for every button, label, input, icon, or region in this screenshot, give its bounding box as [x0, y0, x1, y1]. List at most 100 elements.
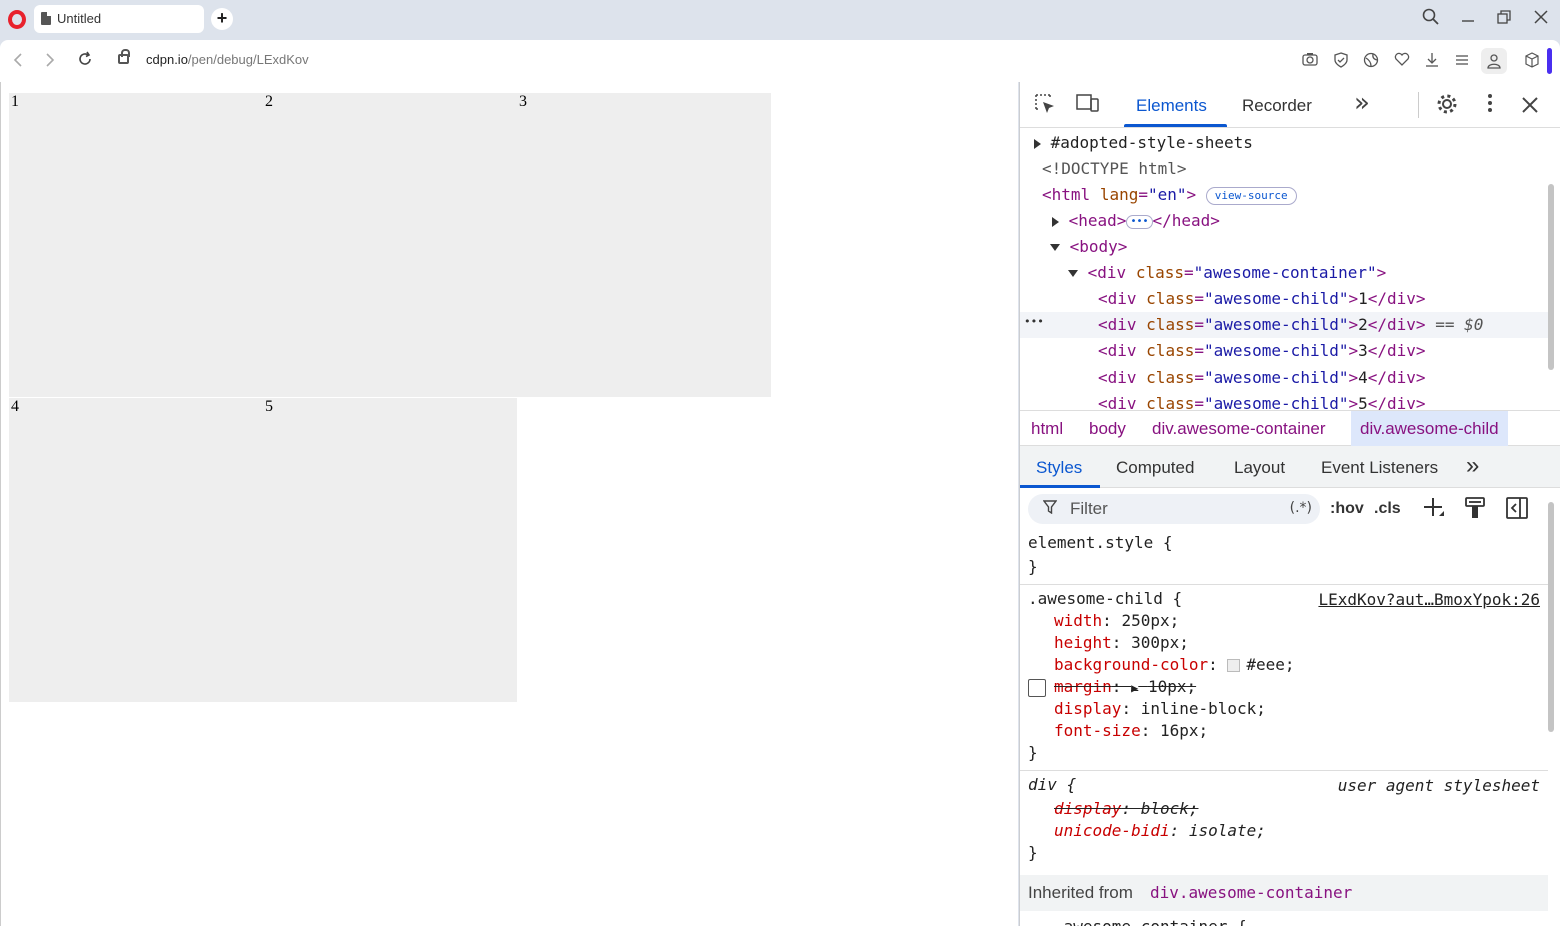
opera-logo-icon[interactable]: [8, 10, 26, 29]
expand-arrow-icon[interactable]: ▶: [1131, 681, 1138, 695]
breadcrumb-awesome-child[interactable]: div.awesome-child: [1351, 411, 1508, 446]
vpn-globe-icon[interactable]: [1362, 52, 1380, 70]
url-path: /pen/debug/LExdKov: [187, 52, 309, 67]
tab-title: Untitled: [57, 11, 102, 26]
heart-icon[interactable]: [1393, 52, 1411, 70]
dom-tree-scrollbar[interactable]: [1548, 184, 1554, 370]
tab-event-listeners[interactable]: Event Listeners: [1321, 458, 1438, 478]
inherited-from-link[interactable]: div.awesome-container: [1150, 883, 1352, 902]
rule-awesome-child-selector[interactable]: .awesome-child {: [1028, 588, 1182, 610]
tab-computed[interactable]: Computed: [1116, 458, 1194, 478]
more-subtabs-icon[interactable]: »: [1466, 452, 1479, 480]
browser-tab[interactable]: Untitled: [34, 5, 204, 33]
tab-layout[interactable]: Layout: [1234, 458, 1285, 478]
settings-gear-icon[interactable]: [1434, 93, 1460, 119]
element-style-rule[interactable]: element.style {: [1028, 532, 1173, 554]
ua-prop-display: display: block;: [1054, 799, 1199, 818]
camera-icon[interactable]: [1301, 52, 1319, 70]
styles-pane: element.style { } .awesome-child { LExdK…: [1020, 530, 1548, 926]
awesome-child-2: 2: [263, 93, 517, 397]
prop-background-color[interactable]: background-color: #eee;: [1054, 654, 1295, 676]
expand-triangle-icon[interactable]: [1034, 138, 1041, 149]
dom-node-awesome-container[interactable]: <div class="awesome-container">: [1068, 260, 1560, 286]
back-icon[interactable]: [6, 49, 30, 73]
sidebar-indicator: [1547, 48, 1552, 74]
more-tabs-icon[interactable]: »: [1349, 90, 1375, 116]
regex-toggle[interactable]: (.*): [1290, 500, 1312, 516]
filter-placeholder: Filter: [1070, 499, 1108, 518]
hov-toggle[interactable]: :hov: [1330, 500, 1364, 518]
close-window-icon[interactable]: [1530, 8, 1552, 30]
tab-styles[interactable]: Styles: [1036, 458, 1082, 478]
address-toolbar: cdpn.io/pen/debug/LExdKov: [0, 40, 1560, 82]
filter-input[interactable]: Filter (.*): [1028, 494, 1320, 524]
rule-div-selector[interactable]: div {: [1028, 774, 1076, 796]
document-icon: [41, 12, 51, 25]
dom-node-child-3[interactable]: <div class="awesome-child">3</div>: [1098, 338, 1560, 364]
breadcrumb-html[interactable]: html: [1022, 411, 1072, 446]
breadcrumb-body[interactable]: body: [1080, 411, 1135, 446]
shield-icon[interactable]: [1332, 52, 1350, 70]
rule-source-link[interactable]: LExdKov?aut…BmoxYpok:26: [1318, 590, 1540, 609]
dom-node-child-1[interactable]: <div class="awesome-child">1</div>: [1098, 286, 1560, 312]
lock-icon[interactable]: [118, 49, 130, 64]
dom-node-doctype[interactable]: <!DOCTYPE html>: [1042, 156, 1560, 182]
tab-recorder[interactable]: Recorder: [1242, 96, 1312, 116]
collapse-triangle-icon[interactable]: [1050, 244, 1060, 251]
device-toolbar-icon[interactable]: [1075, 93, 1101, 119]
view-source-badge[interactable]: view-source: [1205, 186, 1297, 205]
collapsed-ellipsis[interactable]: •••: [1126, 214, 1153, 229]
forward-icon[interactable]: [38, 49, 62, 73]
prop-height[interactable]: height: 300px;: [1054, 632, 1189, 654]
tab-elements[interactable]: Elements: [1136, 96, 1207, 116]
next-rule-selector[interactable]: .awesome-container {: [1054, 916, 1247, 926]
styles-tab-bar: Styles Computed Layout Event Listeners »: [1020, 446, 1560, 488]
styles-filter-row: Filter (.*) :hov .cls: [1020, 488, 1560, 530]
paint-brush-icon[interactable]: [1465, 497, 1485, 524]
new-tab-button[interactable]: +: [211, 8, 233, 30]
download-icon[interactable]: [1423, 52, 1441, 70]
prop-width[interactable]: width: 250px;: [1054, 610, 1179, 632]
filter-funnel-icon: [1042, 499, 1058, 518]
menu-lines-icon[interactable]: [1453, 52, 1471, 70]
prop-display[interactable]: display: inline-block;: [1054, 698, 1266, 720]
dom-node-adopted-style-sheets[interactable]: #adopted-style-sheets: [1034, 130, 1560, 156]
url-host: cdpn.io: [146, 52, 188, 67]
cls-toggle[interactable]: .cls: [1374, 500, 1401, 518]
inherited-from-header: Inherited from div.awesome-container: [1020, 875, 1548, 911]
dom-node-child-5[interactable]: <div class="awesome-child">5</div>: [1098, 391, 1560, 410]
url-field[interactable]: cdpn.io/pen/debug/LExdKov: [146, 52, 309, 67]
browser-tab-strip: Untitled +: [0, 0, 1560, 40]
toggle-sidebar-icon[interactable]: [1506, 497, 1528, 524]
awesome-child-5: 5: [263, 398, 517, 702]
prop-font-size[interactable]: font-size: 16px;: [1054, 720, 1208, 742]
close-brace: }: [1028, 743, 1038, 762]
dom-node-html[interactable]: <html lang="en"> view-source: [1042, 182, 1560, 208]
dom-node-head[interactable]: <head> ••• </head>: [1052, 208, 1560, 234]
breadcrumb-awesome-container[interactable]: div.awesome-container: [1143, 411, 1335, 446]
expand-triangle-icon[interactable]: [1052, 216, 1059, 227]
property-disable-checkbox[interactable]: [1028, 679, 1046, 697]
breadcrumb: html body div.awesome-container div.awes…: [1020, 410, 1560, 446]
prop-margin-disabled[interactable]: margin: ▶ 10px;: [1054, 676, 1196, 698]
reload-icon[interactable]: [73, 49, 97, 73]
styles-scrollbar[interactable]: [1548, 502, 1554, 732]
dom-node-child-2-selected[interactable]: ••• <div class="awesome-child">2</div> ==…: [1020, 312, 1548, 338]
gutter-dots[interactable]: •••: [1024, 309, 1044, 335]
close-devtools-icon[interactable]: [1517, 93, 1543, 119]
kebab-menu-icon[interactable]: [1477, 93, 1503, 119]
inspect-element-icon[interactable]: [1032, 93, 1058, 119]
collapse-triangle-icon[interactable]: [1068, 270, 1078, 277]
dom-node-child-4[interactable]: <div class="awesome-child">4</div>: [1098, 365, 1560, 391]
new-rule-plus-icon[interactable]: [1423, 496, 1445, 525]
devtools-panel: Elements Recorder » #adopted-style-sheet…: [1019, 82, 1560, 926]
rule-divider: [1020, 770, 1548, 771]
profile-icon[interactable]: [1481, 48, 1507, 74]
search-icon[interactable]: [1420, 8, 1442, 30]
color-swatch[interactable]: [1227, 659, 1241, 672]
dom-node-body[interactable]: <body>: [1050, 234, 1560, 260]
toolbar-divider: [1418, 92, 1419, 118]
restore-icon[interactable]: [1493, 8, 1515, 30]
minimize-icon[interactable]: [1457, 8, 1479, 30]
extensions-cube-icon[interactable]: [1523, 52, 1541, 70]
